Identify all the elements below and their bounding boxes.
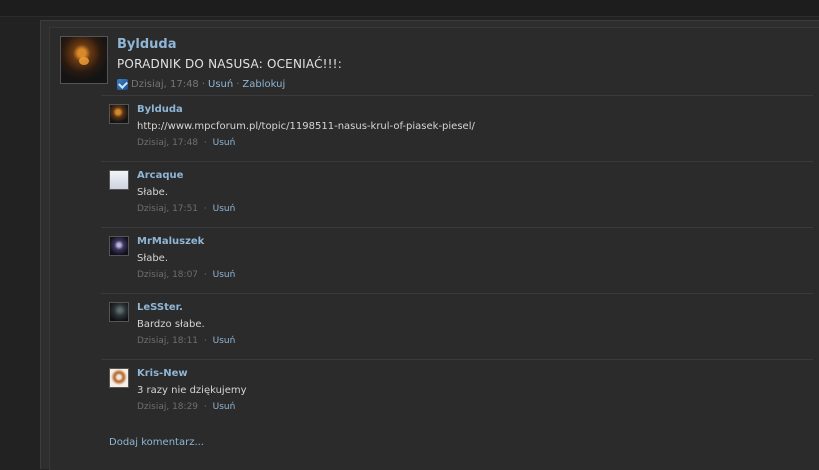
status-text: PORADNIK DO NASUSA: OCENIAĆ!!!: (117, 57, 342, 71)
comment-text: Bardzo słabe. (137, 319, 205, 330)
separator: · (203, 270, 207, 280)
comment-author-link[interactable]: MrMaluszek (137, 236, 204, 247)
comment-text: Słabe. (137, 253, 168, 264)
warrior-avatar-icon[interactable] (109, 104, 129, 124)
delete-comment-link[interactable]: Usuń (213, 138, 236, 148)
separator: · (236, 79, 240, 90)
separator: · (203, 336, 207, 346)
delete-comment-link[interactable]: Usuń (213, 336, 236, 346)
portrait-avatar-icon[interactable] (109, 368, 129, 388)
status-update-card: Bylduda PORADNIK DO NASUSA: OCENIAĆ!!!: … (40, 20, 819, 470)
comment-text: 3 razy nie dziękujemy (137, 385, 247, 396)
comment-item: LeSSter. Bardzo słabe. Dzisiaj, 18:11 · … (101, 293, 813, 359)
comment-author-link[interactable]: LeSSter. (137, 302, 183, 313)
status-update-inner: Bylduda PORADNIK DO NASUSA: OCENIAĆ!!!: … (49, 27, 819, 470)
delete-post-link[interactable]: Usuń (208, 79, 233, 90)
comment-list: Bylduda http://www.mpcforum.pl/topic/119… (101, 95, 813, 425)
comment-meta: Dzisiaj, 18:29 · Usuń (137, 402, 235, 412)
comment-meta: Dzisiaj, 18:11 · Usuń (137, 336, 235, 346)
top-bar (0, 0, 819, 17)
comment-meta: Dzisiaj, 17:48 · Usuń (137, 138, 235, 148)
comment-time: Dzisiaj, 17:51 (137, 204, 199, 214)
separator: · (203, 204, 207, 214)
author-avatar[interactable] (60, 36, 108, 84)
separator: · (203, 402, 207, 412)
delete-comment-link[interactable]: Usuń (213, 270, 236, 280)
delete-comment-link[interactable]: Usuń (213, 204, 236, 214)
comment-time: Dzisiaj, 18:07 (137, 270, 199, 280)
comment-meta: Dzisiaj, 17:51 · Usuń (137, 204, 235, 214)
comment-item: Kris-New 3 razy nie dziękujemy Dzisiaj, … (101, 359, 813, 425)
dark-figure-avatar-icon[interactable] (109, 236, 129, 256)
comment-time: Dzisiaj, 17:48 (137, 138, 199, 148)
post-meta: Dzisiaj, 17:48 · Usuń · Zablokuj (117, 79, 285, 90)
separator: · (203, 138, 207, 148)
add-comment-link[interactable]: Dodaj komentarz... (109, 437, 204, 448)
comment-author-link[interactable]: Kris-New (137, 368, 188, 379)
post-author-link[interactable]: Bylduda (117, 37, 176, 52)
delete-comment-link[interactable]: Usuń (213, 402, 236, 412)
separator: · (201, 79, 205, 90)
status-type-icon (117, 79, 128, 90)
comment-author-link[interactable]: Bylduda (137, 104, 183, 115)
comment-meta: Dzisiaj, 18:07 · Usuń (137, 270, 235, 280)
comment-time: Dzisiaj, 18:11 (137, 336, 199, 346)
comment-text: http://www.mpcforum.pl/topic/1198511-nas… (137, 121, 475, 132)
comment-item: MrMaluszek Słabe. Dzisiaj, 18:07 · Usuń (101, 227, 813, 293)
comment-text: Słabe. (137, 187, 168, 198)
shadow-avatar-icon[interactable] (109, 302, 129, 322)
post-time: Dzisiaj, 17:48 (131, 79, 199, 90)
comment-item: Bylduda http://www.mpcforum.pl/topic/119… (101, 95, 813, 161)
comment-time: Dzisiaj, 18:29 (137, 402, 199, 412)
default-avatar-icon[interactable] (109, 170, 129, 190)
comment-author-link[interactable]: Arcaque (137, 170, 183, 181)
comment-item: Arcaque Słabe. Dzisiaj, 17:51 · Usuń (101, 161, 813, 227)
block-user-link[interactable]: Zablokuj (242, 79, 285, 90)
